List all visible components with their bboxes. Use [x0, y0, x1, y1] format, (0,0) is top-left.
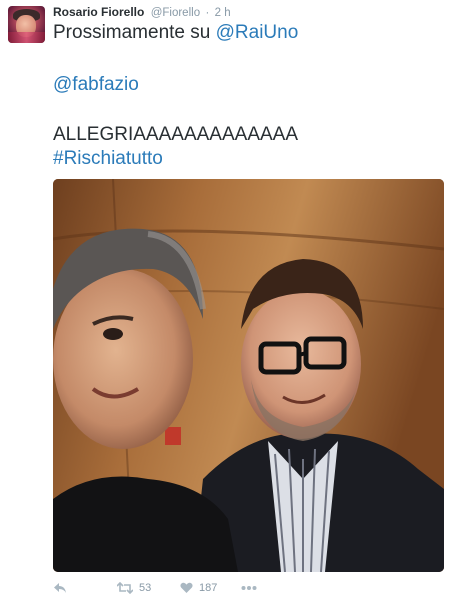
retweet-button[interactable]: 53	[117, 580, 151, 596]
retweet-count: 53	[139, 582, 152, 594]
tweet-timestamp[interactable]: 2 h	[215, 7, 231, 19]
reply-icon	[54, 583, 66, 593]
more-icon	[241, 586, 257, 590]
tweet-photo[interactable]	[53, 179, 444, 572]
author-fullname[interactable]: Rosario Fiorello	[53, 5, 144, 19]
author-username[interactable]: @Fiorello	[151, 7, 200, 19]
heart-icon	[180, 582, 193, 593]
tweet: Rosario Fiorello @Fiorello · 2 h Prossim…	[0, 0, 451, 600]
hashtag-link-rischiatutto[interactable]: #Rischiatutto	[53, 148, 163, 169]
avatar-stripe	[8, 32, 45, 43]
mention-link-raiuno[interactable]: @RaiUno	[216, 22, 299, 43]
like-button[interactable]: 187	[180, 580, 217, 596]
like-count: 187	[199, 582, 218, 594]
reply-button[interactable]	[53, 580, 67, 596]
tweet-text-prefix: Prossimamente su	[53, 22, 216, 43]
more-button[interactable]	[241, 580, 257, 596]
header-separator: ·	[205, 7, 210, 19]
retweet-icon	[117, 582, 133, 594]
author-avatar[interactable]	[8, 6, 45, 43]
tweet-actions: 53 187	[53, 580, 444, 596]
tweet-text-line-3: ALLEGRIAAAAAAAAAAAAA	[53, 124, 299, 145]
tweet-text-line-1: Prossimamente su @RaiUno	[53, 22, 298, 44]
tweet-text-line-4: #Rischiatutto	[53, 148, 163, 170]
selfie-illustration	[53, 179, 444, 572]
mention-link-fabfazio[interactable]: @fabfazio	[53, 74, 139, 95]
tweet-header: Rosario Fiorello @Fiorello · 2 h	[53, 5, 231, 21]
tweet-text-line-2: @fabfazio	[53, 74, 139, 96]
